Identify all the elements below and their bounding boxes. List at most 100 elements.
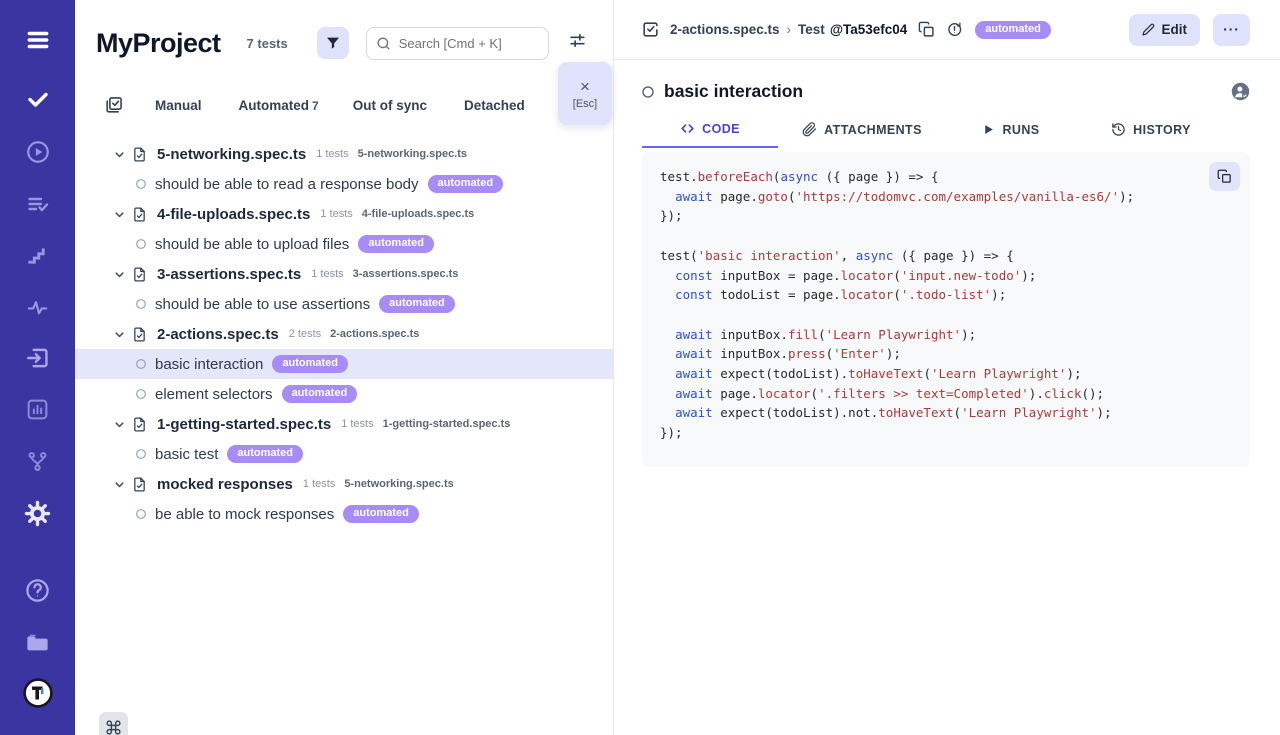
test-row[interactable]: be able to mock responsesautomated [75, 499, 613, 529]
branches-icon[interactable] [0, 449, 75, 474]
test-title: basic interaction [664, 81, 803, 102]
pencil-icon [1142, 23, 1155, 36]
pulse-icon[interactable] [0, 296, 75, 319]
breadcrumb-file[interactable]: 2-actions.spec.ts [670, 22, 780, 37]
code-content: test.beforeEach(async ({ page }) => { aw… [660, 167, 1232, 443]
test-row[interactable]: element selectors automated [75, 379, 613, 409]
tests-check-icon[interactable] [0, 88, 75, 112]
test-name[interactable]: element selectors [155, 386, 273, 403]
spec-file-path: 1-getting-started.spec.ts [383, 418, 511, 430]
testomat-logo-icon[interactable] [0, 677, 75, 709]
spec-file-row[interactable]: 3-assertions.spec.ts1 tests3-assertions.… [75, 259, 613, 289]
select-all-icon[interactable] [104, 95, 124, 115]
copy-id-icon[interactable] [918, 21, 935, 38]
more-actions-button[interactable]: ··· [1213, 14, 1250, 46]
detail-tabs: CODE ATTACHMENTS RUNS HISTORY [642, 111, 1250, 148]
automated-badge: automated [227, 445, 303, 463]
test-name[interactable]: be able to mock responses [155, 506, 334, 523]
settings-gear-icon[interactable] [0, 500, 75, 527]
spec-file-icon [131, 476, 148, 493]
test-name[interactable]: should be able to upload files [155, 236, 349, 253]
tests-panel: MyProject 7 tests × [Esc] [75, 0, 614, 735]
command-key-button[interactable] [99, 712, 128, 735]
help-icon[interactable] [0, 577, 75, 604]
tab-runs[interactable]: RUNS [946, 111, 1076, 148]
test-row[interactable]: should be able to use assertionsautomate… [75, 289, 613, 319]
code-line: await inputBox.fill('Learn Playwright'); [660, 325, 1232, 345]
spec-file-path: 3-assertions.spec.ts [353, 268, 459, 280]
paperclip-icon [802, 122, 817, 137]
spec-file-path: 4-file-uploads.spec.ts [362, 208, 474, 220]
test-circle-icon [135, 358, 147, 370]
test-name[interactable]: should be able to read a response body [155, 176, 419, 193]
test-circle-icon [135, 238, 147, 250]
chevron-down-icon[interactable] [113, 478, 126, 491]
chevron-down-icon[interactable] [113, 418, 126, 431]
edit-button[interactable]: Edit [1129, 14, 1201, 46]
automated-badge: automated [282, 385, 358, 403]
runs-play-icon[interactable] [0, 139, 75, 165]
code-line: await page.locator('.filters >> text=Com… [660, 384, 1232, 404]
spec-file-icon [131, 416, 148, 433]
test-name[interactable]: basic test [155, 446, 218, 463]
spec-file-name[interactable]: mocked responses [157, 476, 293, 493]
spec-file-name[interactable]: 1-getting-started.spec.ts [157, 416, 331, 433]
sync-status-icon[interactable] [946, 21, 963, 38]
filter-button[interactable] [317, 27, 349, 59]
tab-detached[interactable]: Detached [464, 98, 528, 113]
spec-file-name[interactable]: 3-assertions.spec.ts [157, 266, 301, 283]
test-row[interactable]: should be able to read a response bodyau… [75, 169, 613, 199]
menu-icon[interactable] [0, 27, 75, 53]
test-row[interactable]: should be able to upload filesautomated [75, 229, 613, 259]
spec-test-count: 1 tests [320, 208, 352, 220]
spec-file-name[interactable]: 2-actions.spec.ts [157, 326, 279, 343]
code-line: }); [660, 423, 1232, 443]
project-title: MyProject [96, 28, 221, 59]
tab-out-of-sync[interactable]: Out of sync [353, 98, 430, 113]
test-name[interactable]: basic interaction [155, 356, 263, 373]
projects-folder-icon[interactable] [0, 629, 75, 656]
test-row[interactable]: basic interactionautomated [75, 349, 613, 379]
copy-code-button[interactable] [1209, 162, 1240, 191]
spec-file-row[interactable]: mocked responses1 tests5-networking.spec… [75, 469, 613, 499]
tests-count: 7 tests [247, 36, 288, 51]
test-circle-icon [135, 178, 147, 190]
chevron-down-icon[interactable] [113, 328, 126, 341]
steps-icon[interactable] [0, 244, 75, 267]
test-name[interactable]: should be able to use assertions [155, 296, 370, 313]
test-plans-icon[interactable] [0, 192, 75, 216]
spec-file-row[interactable]: 2-actions.spec.ts2 tests2-actions.spec.t… [75, 319, 613, 349]
spec-file-row[interactable]: 4-file-uploads.spec.ts 1 tests 4-file-uplo… [75, 199, 613, 229]
analytics-icon[interactable] [0, 397, 75, 422]
test-circle-icon [135, 388, 147, 400]
chevron-down-icon[interactable] [113, 268, 126, 281]
close-search-popup[interactable]: × [Esc] [558, 62, 612, 125]
advanced-filters-icon[interactable] [568, 31, 587, 55]
spec-file-row[interactable]: 1-getting-started.spec.ts1 tests1-gettin… [75, 409, 613, 439]
search-input[interactable] [366, 27, 549, 60]
code-line: const todoList = page.locator('.todo-lis… [660, 285, 1232, 305]
spec-file-name[interactable]: 4-file-uploads.spec.ts [157, 206, 310, 223]
test-row[interactable]: basic test automated [75, 439, 613, 469]
spec-file-name[interactable]: 5-networking.spec.ts [157, 146, 306, 163]
detail-header: 2-actions.spec.ts › Test @Ta53efc04 auto… [614, 0, 1280, 60]
spec-file-icon [131, 266, 148, 283]
tab-automated[interactable]: Automated7 [239, 98, 319, 113]
tab-history[interactable]: HISTORY [1076, 111, 1226, 148]
test-circle-icon [135, 508, 147, 520]
breadcrumb-test-label: Test [798, 22, 825, 37]
chevron-down-icon[interactable] [113, 208, 126, 221]
tab-manual[interactable]: Manual [155, 98, 205, 113]
spec-file-row[interactable]: 5-networking.spec.ts1 tests5-networking.… [75, 139, 613, 169]
import-icon[interactable] [0, 345, 75, 371]
assignee-avatar[interactable] [1231, 82, 1250, 101]
copy-icon [1217, 169, 1232, 184]
code-line [660, 305, 1232, 325]
detail-actions: Edit ··· [1129, 14, 1251, 46]
chevron-down-icon[interactable] [113, 148, 126, 161]
breadcrumb-test-id: @Ta53efc04 [830, 22, 907, 37]
spec-file-icon [131, 146, 148, 163]
sidebar [0, 0, 75, 735]
tab-code[interactable]: CODE [642, 111, 778, 148]
tab-attachments[interactable]: ATTACHMENTS [778, 111, 946, 148]
